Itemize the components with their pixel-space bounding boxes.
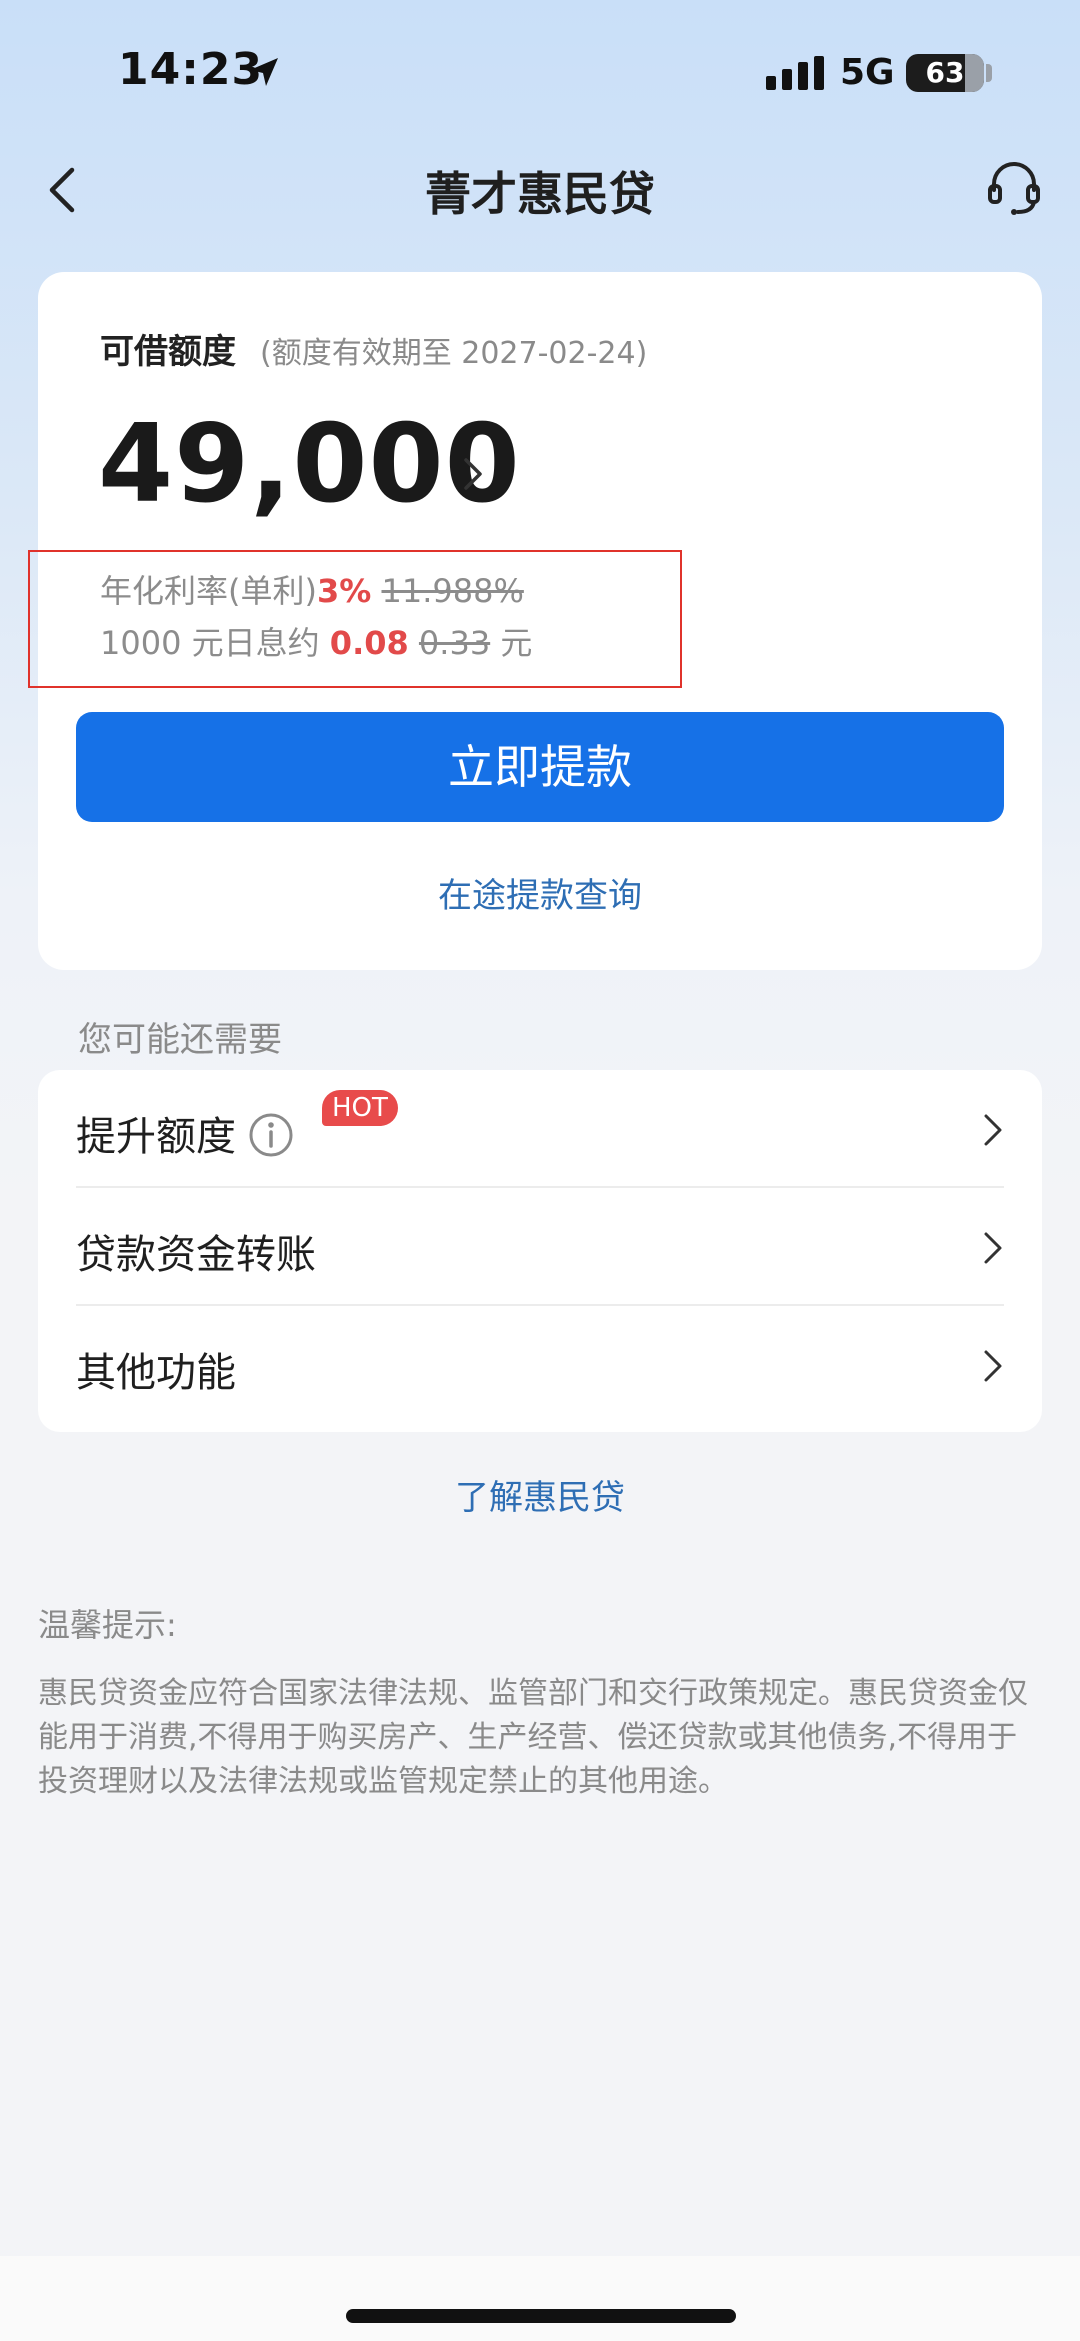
battery-level: 63 xyxy=(925,56,965,89)
chevron-right-icon xyxy=(984,1232,1002,1264)
location-arrow-icon xyxy=(250,58,278,86)
tips-body: 惠民贷资金应符合国家法律法规、监管部门和交行政策规定。惠民贷资金仅能用于消费,不… xyxy=(38,1676,1028,1799)
home-indicator[interactable] xyxy=(346,2309,736,2323)
status-bar: 14:23 5G 63 xyxy=(0,0,1080,150)
chevron-right-icon[interactable] xyxy=(458,450,488,498)
status-time: 14:23 xyxy=(118,44,264,95)
customer-service-icon[interactable] xyxy=(984,158,1044,218)
chevron-right-icon xyxy=(984,1114,1002,1146)
list-item-increase-limit[interactable]: 提升额度 HOT xyxy=(38,1070,1042,1188)
daily-interest: 1000 元日息约 0.08 0.33 元 xyxy=(100,618,532,664)
daily-interest-label: 1000 元日息约 xyxy=(100,624,330,662)
list-item-label: 其他功能 xyxy=(76,1350,236,1396)
more-list: 提升额度 HOT 贷款资金转账 其他功能 xyxy=(38,1070,1042,1432)
tips-title: 温馨提示: xyxy=(38,1606,177,1644)
list-item-other-functions[interactable]: 其他功能 xyxy=(38,1306,1042,1424)
withdraw-button[interactable]: 立即提款 xyxy=(76,712,1004,822)
more-section-title: 您可能还需要 xyxy=(78,1020,282,1060)
network-type: 5G xyxy=(840,52,895,93)
page-title: 菁才惠民贷 xyxy=(425,167,655,221)
battery-icon: 63 xyxy=(906,54,984,92)
info-icon[interactable] xyxy=(248,1112,294,1158)
limit-validity: (额度有效期至 2027-02-24) xyxy=(260,336,648,371)
daily-interest-original: 0.33 xyxy=(418,624,491,662)
limit-label: 可借额度 xyxy=(100,332,236,372)
bottom-area xyxy=(0,2256,1080,2341)
hot-badge: HOT xyxy=(322,1090,398,1126)
annual-rate-current: 3% xyxy=(316,572,372,610)
battery-tip xyxy=(986,64,992,82)
list-item-loan-transfer[interactable]: 贷款资金转账 xyxy=(38,1188,1042,1306)
annual-rate-label: 年化利率(单利) xyxy=(100,572,317,610)
signal-icon xyxy=(766,56,824,90)
daily-interest-unit: 元 xyxy=(490,624,533,662)
annual-rate: 年化利率(单利)3% 11.988% xyxy=(100,566,524,612)
annual-rate-original: 11.988% xyxy=(381,572,524,610)
daily-interest-current: 0.08 xyxy=(329,624,409,662)
list-item-label: 贷款资金转账 xyxy=(76,1232,316,1278)
learn-more-link[interactable]: 了解惠民贷 xyxy=(0,1470,1080,1519)
chevron-right-icon xyxy=(984,1350,1002,1382)
withdrawal-query-link[interactable]: 在途提款查询 xyxy=(0,868,1080,917)
list-item-label: 提升额度 xyxy=(76,1114,236,1160)
